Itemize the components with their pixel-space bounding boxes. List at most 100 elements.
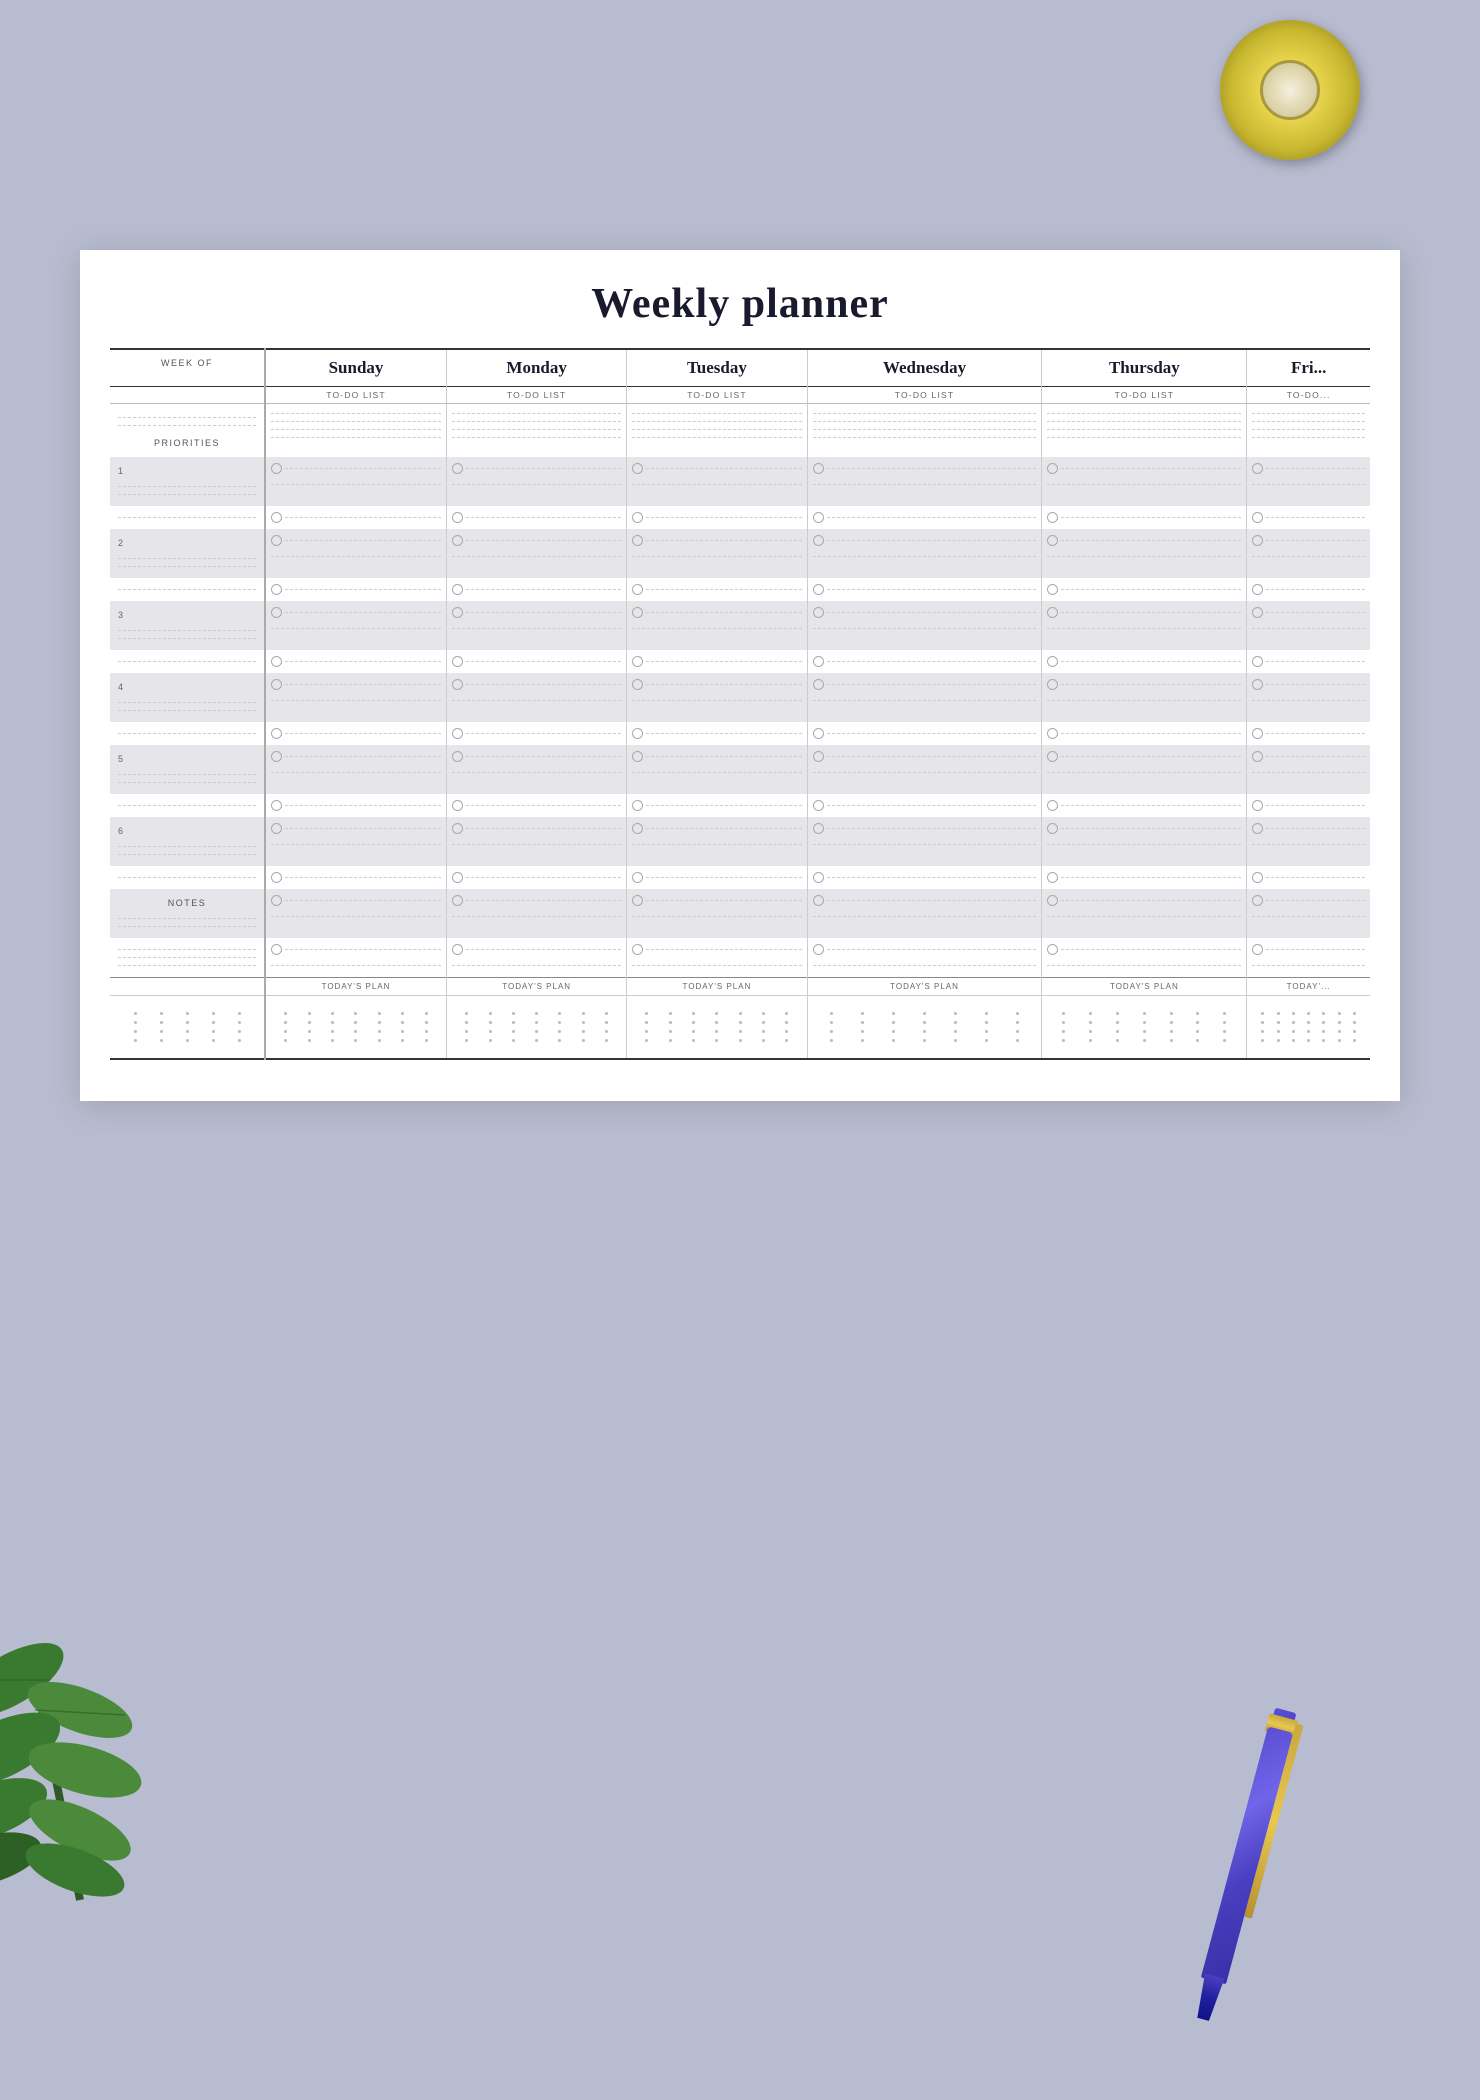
wednesday-p6 [807, 817, 1042, 866]
thursday-w4 [1042, 722, 1247, 745]
priorities-left: PRIORITIES [110, 404, 265, 458]
check-dashed-line [466, 468, 621, 469]
checkbox-circle [1047, 823, 1058, 834]
friday-todo-label: TO-DO... [1247, 387, 1370, 404]
checkbox-circle [452, 679, 463, 690]
thursday-w5 [1042, 794, 1247, 817]
checkbox-circle [1252, 607, 1263, 618]
tape-roll-decoration [1220, 20, 1360, 160]
checkbox-circle [271, 607, 282, 618]
tuesday-w5 [627, 794, 807, 817]
tuesday-w7 [627, 938, 807, 978]
tuesday-w6 [627, 866, 807, 889]
monday-w7 [447, 938, 627, 978]
thursday-w7 [1042, 938, 1247, 978]
checkbox-circle [1047, 656, 1058, 667]
monday-todo-label: TO-DO LIST [447, 387, 627, 404]
checkbox-circle [632, 800, 643, 811]
sunday-p6 [265, 817, 447, 866]
checkbox-circle [813, 944, 824, 955]
priority-5-row: 5 [110, 745, 1370, 794]
checkbox-circle [632, 607, 643, 618]
monday-p5 [447, 745, 627, 794]
checkbox-circle [452, 751, 463, 762]
tuesday-p3 [627, 601, 807, 650]
checkbox-circle [1252, 823, 1263, 834]
monday-w2 [447, 578, 627, 601]
checkbox-circle [1047, 728, 1058, 739]
monday-p4 [447, 673, 627, 722]
checkbox-circle [813, 823, 824, 834]
tuesday-w3 [627, 650, 807, 673]
priority-3-left: 3 [110, 601, 265, 650]
notes-label: NOTES [118, 893, 256, 911]
checkbox-circle [1252, 512, 1263, 523]
wednesday-header: Wednesday [807, 349, 1042, 387]
checkbox-circle [1252, 944, 1263, 955]
checkbox-circle [813, 656, 824, 667]
checkbox-circle [271, 656, 282, 667]
checkbox-circle [1047, 895, 1058, 906]
priority-1-row: 1 [110, 457, 1370, 506]
checkbox-circle [452, 512, 463, 523]
check-dashed-line [827, 468, 1037, 469]
priority-3-row: 3 [110, 601, 1370, 650]
checkbox-circle [1047, 535, 1058, 546]
left-white-5 [110, 794, 265, 817]
checkbox-circle [452, 535, 463, 546]
priority-2-number: 2 [118, 538, 123, 548]
friday-p1 [1247, 457, 1370, 506]
friday-dots [1247, 996, 1370, 1060]
tuesday-header: Tuesday [627, 349, 807, 387]
checkbox-circle [1047, 584, 1058, 595]
thursday-w6 [1042, 866, 1247, 889]
checkbox-circle [452, 872, 463, 883]
tuesday-p4 [627, 673, 807, 722]
white-row-2 [110, 578, 1370, 601]
white-row-6 [110, 866, 1370, 889]
checkbox-circle [271, 728, 282, 739]
checkbox-circle [1252, 535, 1263, 546]
checkbox-circle [632, 751, 643, 762]
monday-dots [447, 996, 627, 1060]
friday-w5 [1247, 794, 1370, 817]
friday-plan-label: TODAY'... [1247, 978, 1370, 996]
priority-3-number: 3 [118, 610, 123, 620]
priority-4-row: 4 [110, 673, 1370, 722]
checkbox-circle [632, 535, 643, 546]
tuesday-dots [627, 996, 807, 1060]
friday-p2 [1247, 529, 1370, 578]
thursday-p1 [1042, 457, 1247, 506]
wednesday-p3 [807, 601, 1042, 650]
sunday-w2 [265, 578, 447, 601]
checkbox-circle [1252, 751, 1263, 762]
friday-p4 [1247, 673, 1370, 722]
checkbox-circle [452, 584, 463, 595]
left-white-2 [110, 578, 265, 601]
sunday-w5 [265, 794, 447, 817]
thursday-dots [1042, 996, 1247, 1060]
friday-w1 [1247, 506, 1370, 529]
wednesday-p5 [807, 745, 1042, 794]
checkbox-circle [1047, 607, 1058, 618]
priority-6-left: 6 [110, 817, 265, 866]
tuesday-p2 [627, 529, 807, 578]
thursday-plan-label: TODAY'S PLAN [1042, 978, 1247, 996]
thursday-p5 [1042, 745, 1247, 794]
monday-w6 [447, 866, 627, 889]
plant-decoration [0, 1500, 190, 1900]
checkbox-circle [813, 872, 824, 883]
wednesday-dots [807, 996, 1042, 1060]
checkbox-circle [452, 656, 463, 667]
monday-top-lines [447, 404, 627, 458]
white-row-3 [110, 650, 1370, 673]
priority-4-number: 4 [118, 682, 123, 692]
checkbox-circle [452, 463, 463, 474]
tuesday-notes [627, 889, 807, 938]
notes-shaded-row: NOTES [110, 889, 1370, 938]
tuesday-top-lines [627, 404, 807, 458]
sunday-w4 [265, 722, 447, 745]
friday-header: Fri... [1247, 349, 1370, 387]
thursday-notes [1042, 889, 1247, 938]
monday-w5 [447, 794, 627, 817]
